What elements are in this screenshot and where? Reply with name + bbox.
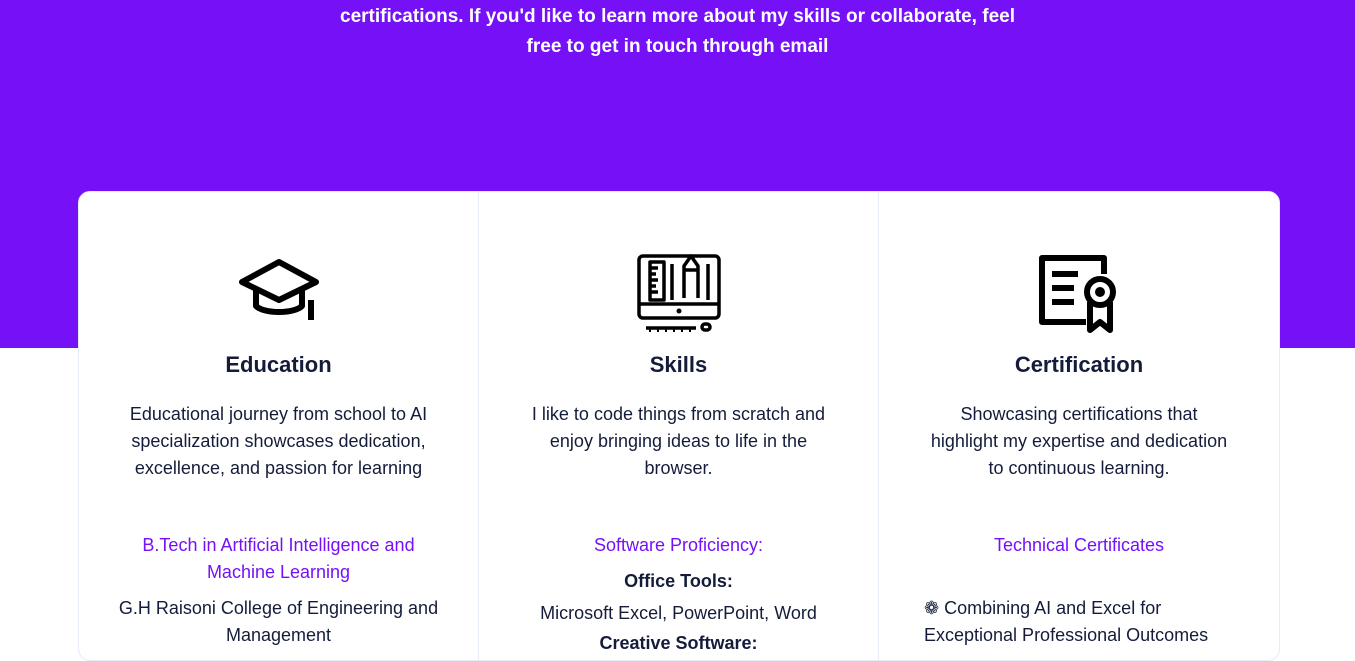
card-subtitle: Technical Certificates (993, 535, 1165, 555)
creative-software-label: Creative Software: (599, 633, 758, 653)
card-subtitle: B.Tech in Artificial Intelligence and Ma… (142, 535, 415, 582)
design-monitor-icon (636, 254, 721, 332)
card-title: Education (225, 352, 332, 377)
certificate-item: ❁ Combining AI and Excel for Exceptional… (924, 598, 1209, 645)
skills-cards: Education Educational journey from schoo… (78, 191, 1280, 661)
office-tools-label: Office Tools: (624, 571, 733, 591)
education-card: Education Educational journey from schoo… (79, 192, 479, 660)
skills-card: Skills I like to code things from scratc… (479, 192, 879, 660)
card-detail: G.H Raisoni College of Engineering and M… (118, 598, 439, 645)
office-tools-list: Microsoft Excel, PowerPoint, Word (540, 603, 817, 623)
hero-text: certifications. If you'd like to learn m… (340, 6, 1015, 57)
card-title: Skills (649, 352, 708, 377)
certificate-icon (1039, 255, 1116, 333)
card-title: Certification (1014, 352, 1144, 377)
certification-card: Certification Showcasing certifications … (879, 192, 1279, 660)
card-description: I like to code things from scratch and e… (531, 404, 826, 478)
card-description: Educational journey from school to AI sp… (129, 404, 428, 478)
card-subtitle: Software Proficiency: (593, 535, 764, 555)
card-description: Showcasing certifications that highlight… (930, 404, 1228, 478)
graduation-cap-icon (238, 259, 319, 320)
